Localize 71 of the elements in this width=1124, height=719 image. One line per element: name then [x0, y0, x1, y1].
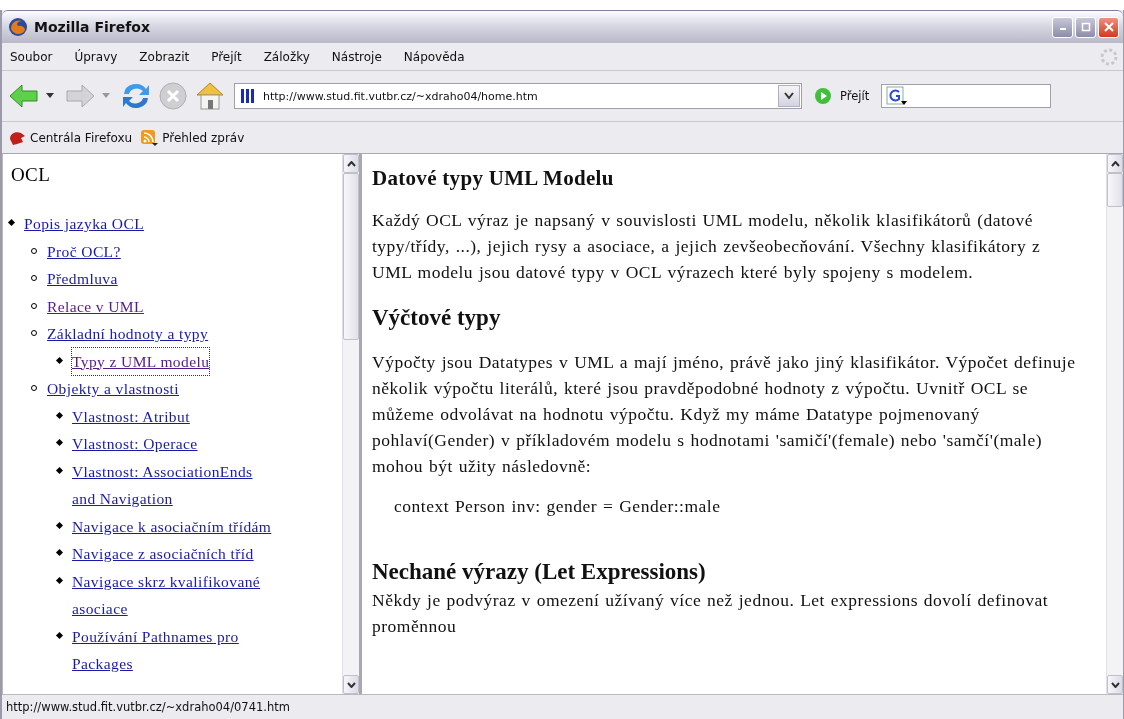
caret-icon[interactable] [46, 93, 54, 99]
sidebar-link[interactable]: Vlastnost: Atribut [72, 402, 190, 430]
chevron-up-icon [1110, 160, 1120, 167]
chevron-down-icon [1110, 681, 1120, 688]
menu-item[interactable]: Záložky [263, 49, 310, 64]
sidebar-link[interactable]: Objekty a vlastnosti [47, 375, 179, 403]
sidebar-title: OCL [10, 164, 52, 186]
bookmark-item[interactable]: Přehled zpráv [140, 128, 245, 147]
window-title: Mozilla Firefox [34, 19, 151, 35]
sidebar-link[interactable]: Používání Pathnames pro Packages [72, 622, 272, 678]
sidebar-link[interactable]: Typy z UML modelu [72, 347, 210, 375]
section-heading: Datové typy UML Modelu [372, 166, 615, 191]
bullet-icon [55, 631, 64, 639]
sidebar-link[interactable]: Navigace z asociačních tříd [72, 540, 254, 568]
home-icon[interactable] [194, 80, 226, 112]
chevron-down-icon [784, 92, 794, 100]
maximize-icon [1080, 22, 1091, 32]
sidebar-link[interactable]: Proč OCL? [47, 237, 121, 265]
bullet-icon [55, 576, 64, 584]
close-icon [1103, 22, 1114, 32]
play-icon [814, 87, 832, 105]
bullet-icon [55, 466, 64, 474]
search-field[interactable] [881, 84, 1052, 108]
scroll-thumb[interactable] [343, 173, 359, 340]
dropdown-button[interactable] [778, 85, 800, 107]
menu-item[interactable]: Nápověda [403, 49, 465, 64]
menu-item[interactable]: Přejít [211, 49, 242, 64]
chevron-up-icon [346, 160, 356, 167]
bullet-icon [55, 548, 64, 557]
address-field[interactable]: http://www.stud.fit.vutbr.cz/~xdraho04/home.htm [234, 83, 802, 109]
back-arrow-icon[interactable] [8, 82, 40, 110]
sidebar-link[interactable]: Popis jazyka OCL [24, 210, 145, 238]
sidebar-link[interactable]: Relace v UML [47, 292, 144, 320]
sidebar-link[interactable]: Základní hodnoty a typy [47, 320, 209, 348]
go-button[interactable]: Přejít [808, 87, 876, 105]
site-logo-icon [241, 88, 255, 104]
bullet-icon [55, 356, 64, 364]
maximize-button[interactable] [1075, 16, 1096, 38]
menu-item[interactable]: Úpravy [74, 49, 118, 64]
sidebar-link[interactable]: Navigace skrz kvalifikované asociace [72, 567, 272, 623]
firefox-logo-icon [8, 17, 28, 37]
stop-icon[interactable] [158, 81, 188, 111]
paragraph: Každý OCL výraz je napsaný v souvislosti UML modelu, několik klasifikátorů (datové typy/třídy, ...), jejich rysy a asociace, a jejich zevšeobecňování. Všechny klasifikátory z UML modelu jsou datové typy v OCL výrazech které byly spojeny s modelem. [372, 209, 1042, 284]
menu-item[interactable]: Nástroje [331, 49, 382, 64]
minimize-button[interactable] [1052, 16, 1073, 38]
code-line: context Person inv: gender = Gender::male [393, 495, 722, 518]
feed-icon [140, 128, 159, 147]
close-button[interactable] [1098, 16, 1119, 38]
chevron-down-icon [346, 681, 356, 688]
forward-arrow-icon[interactable] [64, 82, 96, 110]
bullet-icon [55, 411, 64, 419]
section-heading: Nechané výrazy (Let Expressions) [372, 559, 707, 585]
paragraph: Výpočty jsou Datatypes v UML a mají jméno, právě jako jiný klasifikátor. Výpočet definuje několik výpočtu literálů, které jsou pravděpodobné hodnoty z výpočtu. Uvnitř OCL se můžeme odvolávat na hodnotu výpočtu. Když my máme Datatype pojmenovaný pohlaví(Gender) v příkladovém modelu s hodnotami 'samičí'(female) nebo 'samčí'(male) mohou být užity následovně: [372, 351, 1077, 478]
bookmark-item[interactable]: Centrála Firefoxu [8, 129, 133, 146]
section-heading: Výčtové typy [372, 305, 502, 331]
status-text: http://www.stud.fit.vutbr.cz/~xdraho04/0741.htm [6, 700, 290, 714]
bullet-icon [7, 218, 16, 227]
bullet-icon [55, 521, 64, 529]
menu-item[interactable]: Zobrazit [139, 49, 190, 64]
sidebar-link[interactable]: Navigace k asociačním třídám [72, 512, 272, 540]
sidebar-link[interactable]: Předmluva [47, 265, 118, 293]
sidebar-link[interactable]: Vlastnost: AssociationEnds and Navigation [72, 457, 272, 513]
scrollbar[interactable] [1106, 154, 1123, 694]
paragraph: Někdy je podvýraz v omezení užívaný více než jednou. Let expressions dovolí definovat proměnnou [372, 589, 1050, 638]
scroll-thumb[interactable] [1107, 173, 1123, 207]
sidebar-link[interactable]: Vlastnost: Operace [72, 430, 198, 458]
scrollbar[interactable] [342, 154, 359, 694]
throbber-icon [1099, 46, 1119, 67]
bullet-icon [55, 438, 64, 447]
menu-item[interactable]: Soubor [10, 49, 53, 64]
search-engine-icon [886, 86, 909, 106]
